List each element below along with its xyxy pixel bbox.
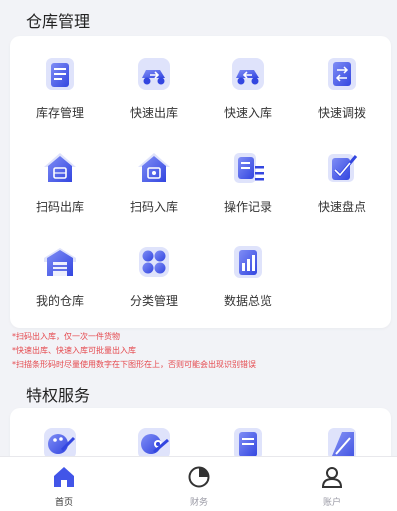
grid-item-label: 扫码入库 <box>129 200 178 214</box>
grid-item-label: 我的仓库 <box>35 294 84 308</box>
privileges-section-title: 特权服务 <box>26 386 91 405</box>
grid-item-quick-in[interactable]: 快速入库 <box>201 54 295 121</box>
note-line: *扫码出入库，仅一次一件货物 <box>12 332 120 341</box>
tab-home[interactable]: 首页 <box>34 465 94 508</box>
truck-in-icon <box>228 54 268 94</box>
warehouse-card: 库存管理 快速出库 快速入库 快速调拨 扫码出库 扫码入库 操作记录 快速盘点 … <box>10 36 391 328</box>
tab-label: 首页 <box>54 498 73 508</box>
grid-item-category[interactable]: 分类管理 <box>107 242 201 309</box>
grid-item-quick-out[interactable]: 快速出库 <box>107 54 201 121</box>
scan-house-out-icon <box>40 148 80 188</box>
data-chart-icon <box>228 242 268 282</box>
grid-item-inventory[interactable]: 库存管理 <box>13 54 107 121</box>
warehouse-section-title: 仓库管理 <box>26 12 91 31</box>
grid-item-label: 扫码出库 <box>35 200 84 214</box>
grid-item-label: 快速盘点 <box>317 200 366 214</box>
grid-item-label: 快速入库 <box>223 106 272 120</box>
tab-account[interactable]: 账户 <box>302 465 362 508</box>
home-icon <box>52 465 76 489</box>
truck-out-icon <box>134 54 174 94</box>
tab-label: 账户 <box>322 498 341 508</box>
grid-item-label: 数据总览 <box>223 294 272 308</box>
grid-item-records[interactable]: 操作记录 <box>201 148 295 215</box>
inventory-doc-icon <box>40 54 80 94</box>
note-line: *快速出库、快速入库可批量出入库 <box>12 346 136 355</box>
grid-item-scan-out[interactable]: 扫码出库 <box>13 148 107 215</box>
grid-item-my-warehouse[interactable]: 我的仓库 <box>13 242 107 309</box>
account-user-icon <box>320 465 344 489</box>
warehouse-notes: *扫码出入库，仅一次一件货物 *快速出库、快速入库可批量出入库 *扫描条形码时尽… <box>12 330 256 372</box>
grid-item-data-overview[interactable]: 数据总览 <box>201 242 295 309</box>
records-icon <box>228 148 268 188</box>
category-icon <box>134 242 174 282</box>
grid-item-label: 库存管理 <box>35 106 84 120</box>
finance-pie-icon <box>187 465 211 489</box>
grid-item-label: 快速调拨 <box>317 106 366 120</box>
grid-item-quick-transfer[interactable]: 快速调拨 <box>295 54 389 121</box>
grid-item-scan-in[interactable]: 扫码入库 <box>107 148 201 215</box>
bottom-tab-bar: 首页 财务 账户 <box>0 456 397 511</box>
grid-item-stocktake[interactable]: 快速盘点 <box>295 148 389 215</box>
grid-item-label: 操作记录 <box>223 200 272 214</box>
tab-label: 财务 <box>189 498 208 508</box>
tab-finance[interactable]: 财务 <box>169 465 229 508</box>
stocktake-icon <box>322 148 362 188</box>
note-line: *扫描条形码时尽量使用数字在下图形在上，否则可能会出现识别错误 <box>12 360 256 369</box>
grid-item-label: 分类管理 <box>129 294 178 308</box>
warehouse-icon <box>40 242 80 282</box>
grid-item-label: 快速出库 <box>129 106 178 120</box>
transfer-icon <box>322 54 362 94</box>
scan-house-in-icon <box>134 148 174 188</box>
